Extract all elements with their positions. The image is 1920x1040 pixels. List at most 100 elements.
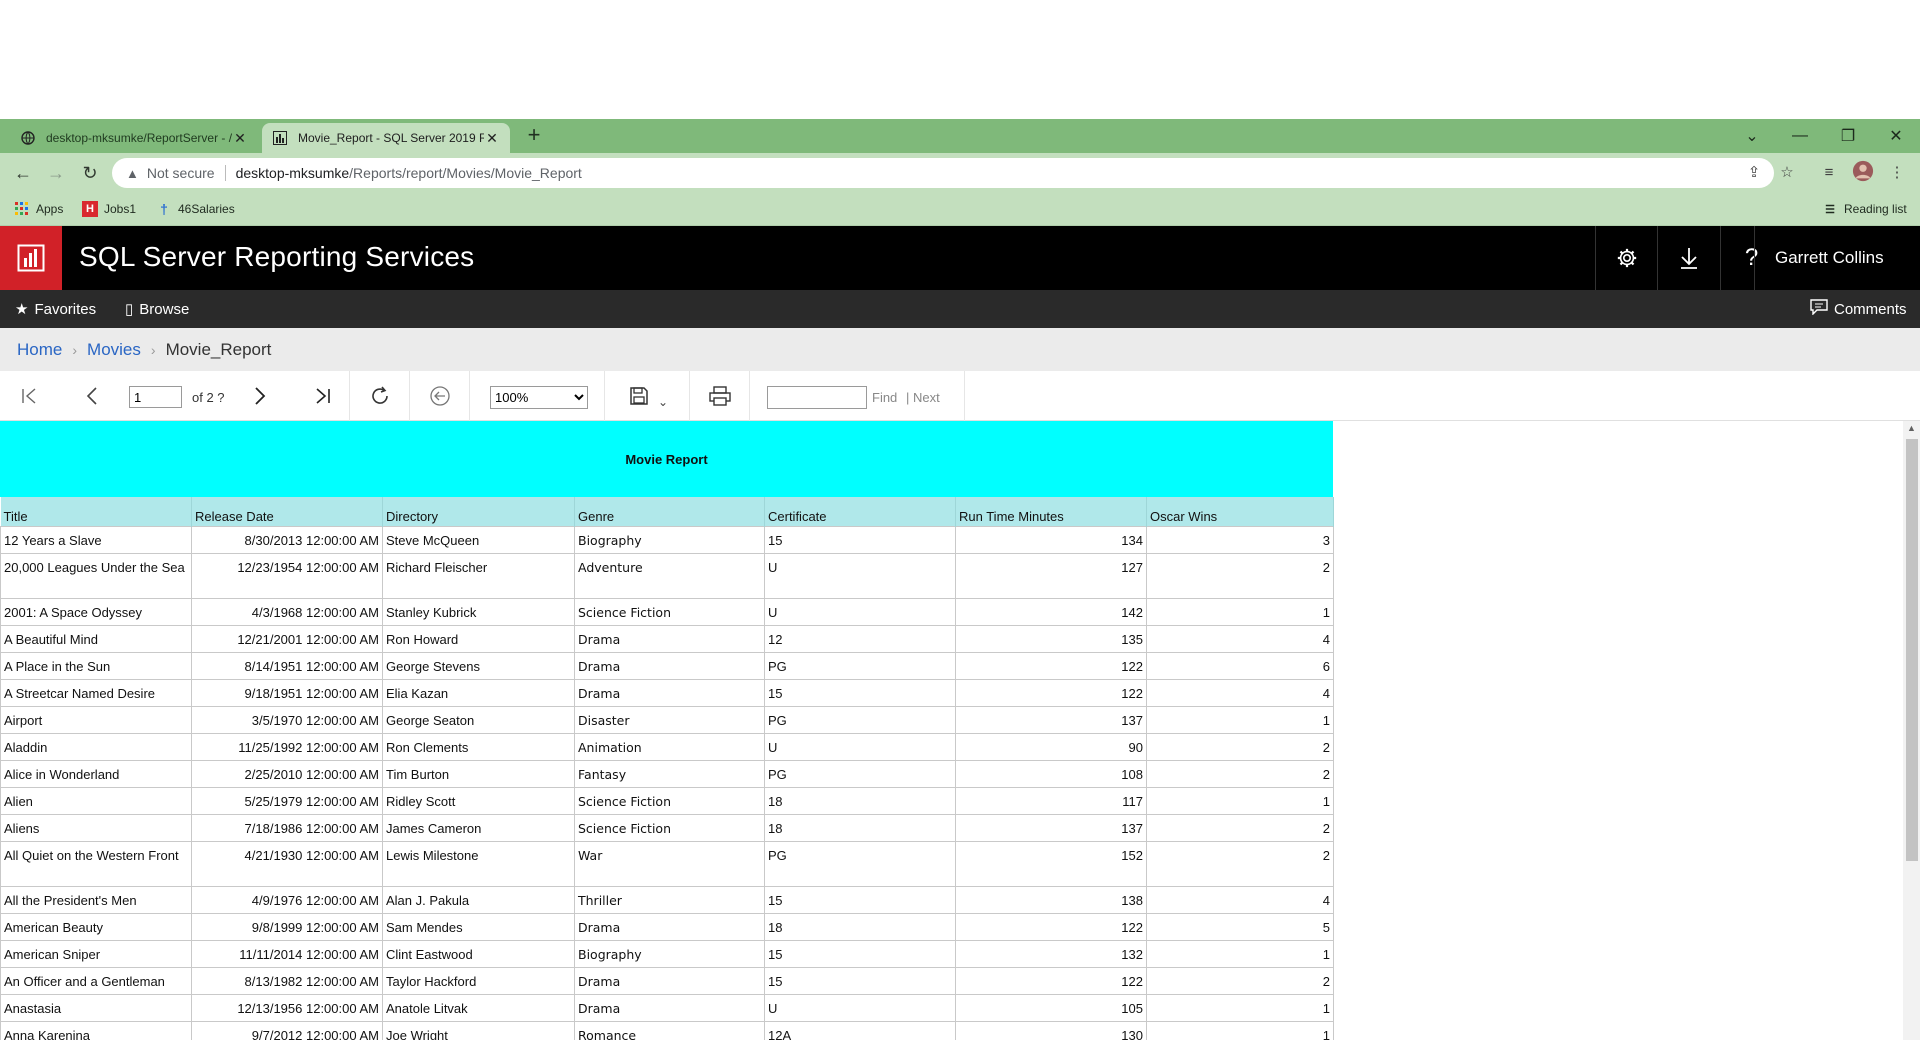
bookmark-46salaries[interactable]: † 46Salaries (156, 201, 235, 217)
new-tab-plus-icon[interactable]: + (522, 124, 546, 148)
minimize-icon[interactable]: — (1776, 119, 1824, 153)
back-group (410, 371, 470, 421)
browser-toolbar: ← → ↻ ▲ Not secure desktop-mksumke/Repor… (0, 153, 1920, 193)
bookmark-jobs1[interactable]: H Jobs1 (82, 201, 136, 217)
close-tab-icon[interactable]: ✕ (484, 130, 500, 147)
ssrs-logo[interactable] (0, 226, 62, 290)
last-page-icon[interactable] (310, 385, 334, 407)
cell-oscars: 1 (1146, 1020, 1334, 1040)
bookmark-apps[interactable]: Apps (14, 201, 63, 217)
forward-arrow-icon[interactable]: → (44, 161, 68, 185)
scroll-up-arrow-icon[interactable]: ▲ (1903, 423, 1920, 437)
url-host: desktop-mksumke (235, 165, 350, 181)
security-label[interactable]: Not secure (147, 165, 215, 181)
breadcrumb-home[interactable]: Home (17, 340, 62, 360)
column-header: Certificate (764, 497, 956, 526)
tab-reportserver[interactable]: desktop-mksumke/ReportServer - / ✕ (10, 123, 258, 153)
restore-icon[interactable]: ❐ (1824, 119, 1872, 153)
reload-icon[interactable]: ↻ (78, 161, 102, 185)
cell-runtime: 122 (955, 651, 1147, 680)
nav-browse-label: Browse (139, 300, 190, 318)
user-menu[interactable]: Garrett Collins (1754, 226, 1906, 290)
back-to-parent-icon[interactable] (428, 385, 452, 407)
cell-director: Clint Eastwood (382, 939, 575, 968)
refresh-icon[interactable] (368, 385, 392, 407)
print-group (690, 371, 750, 421)
save-disk-icon[interactable] (627, 385, 651, 407)
zoom-group: 100% (470, 371, 605, 421)
more-vert-icon[interactable]: ⋮ (1886, 161, 1908, 183)
scroll-thumb[interactable] (1906, 439, 1918, 861)
column-header: Genre (574, 497, 765, 526)
cell-genre: Science Fiction (574, 813, 765, 842)
print-icon[interactable] (708, 385, 732, 407)
tab-movie-report[interactable]: Movie_Report - SQL Server 2019 Re ✕ (262, 123, 510, 153)
warning-triangle-icon[interactable]: ▲ (126, 166, 139, 181)
cell-date: 8/14/1951 12:00:00 AM (191, 651, 383, 680)
cell-cert: U (764, 552, 956, 599)
cell-genre: Drama (574, 966, 765, 995)
cell-runtime: 90 (955, 732, 1147, 761)
cell-runtime: 142 (955, 597, 1147, 626)
find-link[interactable]: Find (872, 390, 897, 405)
table-row: Anna Karenina 9/7/2012 12:00:00 AM Joe Wri… (0, 1020, 1334, 1040)
nav-comments[interactable]: Comments (1810, 290, 1907, 328)
cell-cert: 12 (764, 624, 956, 653)
window-close-icon[interactable]: ✕ (1872, 119, 1920, 153)
cell-director: Sam Mendes (382, 912, 575, 941)
divider (224, 165, 226, 181)
table-row: A Beautiful Mind 12/21/2001 12:00:00 AM Ro… (0, 624, 1334, 653)
bookmark-label: Jobs1 (104, 202, 137, 216)
cell-title: All Quiet on the Western Front (0, 840, 192, 887)
bookmark-label: 46Salaries (178, 202, 235, 216)
cell-director: Ron Howard (382, 624, 575, 653)
cell-genre: Science Fiction (574, 786, 765, 815)
first-page-icon[interactable] (18, 385, 42, 407)
cell-title: Anna Karenina (0, 1020, 192, 1040)
cell-runtime: 134 (955, 525, 1147, 554)
find-text-input[interactable] (767, 386, 867, 409)
cell-runtime: 127 (955, 552, 1147, 599)
media-queue-icon[interactable]: ≡ (1818, 161, 1840, 183)
page-number-input[interactable] (129, 386, 182, 408)
previous-page-icon[interactable] (80, 385, 104, 407)
find-next-link[interactable]: | Next (906, 390, 940, 405)
cell-date: 8/30/2013 12:00:00 AM (191, 525, 383, 554)
cell-date: 12/21/2001 12:00:00 AM (191, 624, 383, 653)
cell-genre: Thriller (574, 885, 765, 914)
nav-favorites[interactable]: ★ Favorites (15, 290, 96, 328)
next-page-icon[interactable] (248, 385, 272, 407)
cell-cert: 15 (764, 678, 956, 707)
chevron-down-icon[interactable]: ⌄ (651, 391, 675, 413)
cell-genre: Drama (574, 993, 765, 1022)
zoom-select[interactable]: 100% (490, 386, 588, 409)
cell-oscars: 4 (1146, 624, 1334, 653)
vertical-scrollbar[interactable]: ▲ (1903, 421, 1920, 1040)
table-row: 12 Years a Slave 8/30/2013 12:00:00 AM Ste… (0, 525, 1334, 554)
close-tab-icon[interactable]: ✕ (232, 130, 248, 147)
table-row: Alice in Wonderland 2/25/2010 12:00:00 AM… (0, 759, 1334, 788)
tab-search-chevron-icon[interactable]: ⌄ (1728, 119, 1776, 153)
cell-genre: Fantasy (574, 759, 765, 788)
cell-runtime: 132 (955, 939, 1147, 968)
settings-gear-icon[interactable] (1595, 226, 1657, 290)
breadcrumb-movies[interactable]: Movies (87, 340, 141, 360)
chevron-right-icon: › (150, 341, 156, 358)
profile-avatar[interactable] (1852, 160, 1874, 182)
nav-browse[interactable]: ▯ Browse (125, 290, 189, 328)
cell-cert: PG (764, 759, 956, 788)
cell-runtime: 138 (955, 885, 1147, 914)
cell-genre: Disaster (574, 705, 765, 734)
address-bar[interactable]: ▲ Not secure desktop-mksumke/Reports/rep… (112, 158, 1774, 188)
ssrs-header: SQL Server Reporting Services ? Garrett … (0, 226, 1920, 290)
bookmark-star-icon[interactable]: ☆ (1776, 161, 1798, 183)
apps-grid-icon (14, 201, 30, 217)
cell-oscars: 2 (1146, 966, 1334, 995)
back-arrow-icon[interactable]: ← (11, 161, 35, 185)
reading-list[interactable]: ☰ Reading list (1822, 201, 1907, 217)
ssrs-nav-bar: ★ Favorites ▯ Browse Comments (0, 290, 1920, 328)
cell-cert: 15 (764, 525, 956, 554)
download-icon[interactable] (1657, 226, 1719, 290)
share-icon[interactable]: ⇪ (1743, 161, 1765, 183)
bookmarks-bar: Apps H Jobs1 † 46Salaries ☰ Reading list (0, 193, 1920, 226)
